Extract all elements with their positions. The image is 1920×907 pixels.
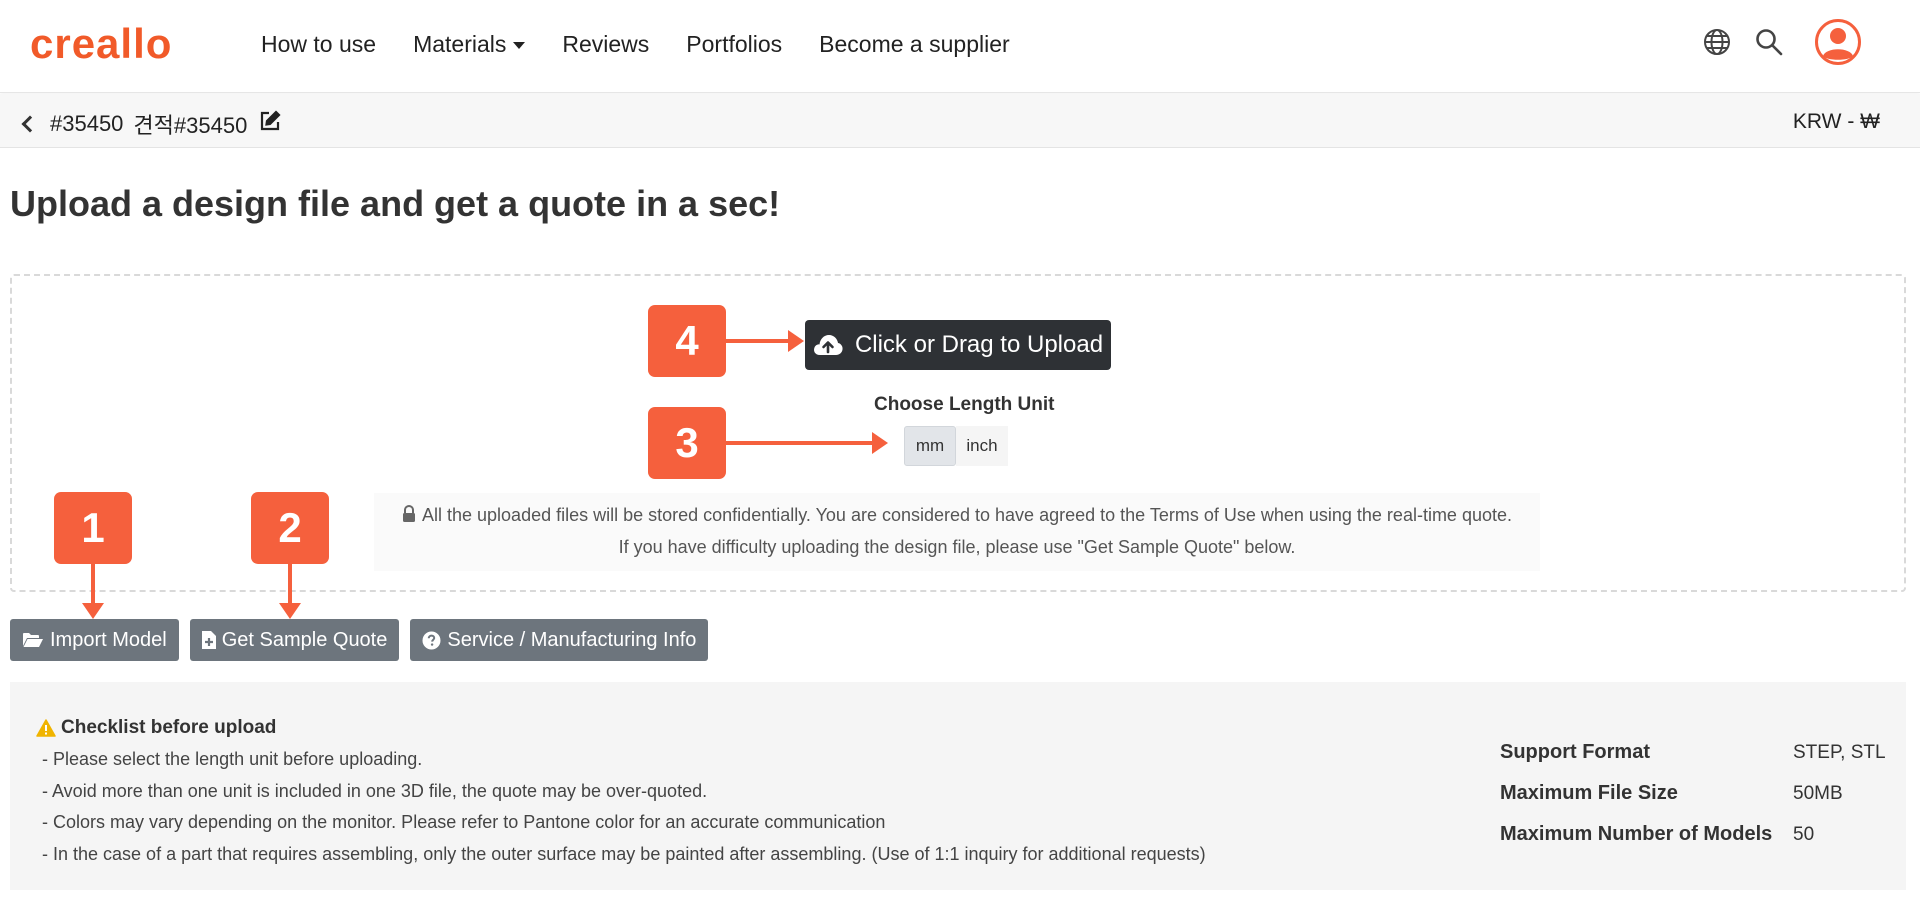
checklist-title: Checklist before upload: [36, 717, 276, 739]
top-navbar: creallo How to use Materials Reviews Por…: [0, 0, 1920, 93]
caret-down-icon: [513, 42, 526, 49]
checklist-panel: Checklist before upload - Please select …: [10, 682, 1906, 890]
list-item: - Avoid more than one unit is included i…: [42, 780, 708, 801]
warning-icon: [36, 719, 56, 737]
question-circle-icon: [422, 631, 441, 649]
unit-inch-option[interactable]: inch: [956, 426, 1008, 466]
callout-2: 2: [251, 492, 329, 564]
spec-value: STEP, STL: [1793, 741, 1886, 763]
nav-become-supplier[interactable]: Become a supplier: [819, 31, 1010, 58]
confidentiality-notice: All the uploaded files will be stored co…: [374, 493, 1540, 571]
spec-key: Support Format: [1500, 741, 1650, 763]
upload-button[interactable]: Click or Drag to Upload: [805, 320, 1111, 370]
search-icon[interactable]: [1754, 27, 1784, 57]
get-sample-quote-button[interactable]: Get Sample Quote: [189, 619, 400, 661]
spec-value: 50MB: [1793, 782, 1843, 804]
edit-icon[interactable]: [259, 110, 281, 138]
length-unit-toggle: mm inch: [904, 426, 1008, 466]
breadcrumb-bar: #35450 견적#35450 KRW - ₩: [0, 94, 1920, 148]
nav-how-to-use[interactable]: How to use: [261, 31, 376, 58]
lock-icon: [403, 505, 415, 522]
callout-2-arrow: [279, 564, 301, 619]
service-info-label: Service / Manufacturing Info: [447, 628, 697, 651]
notice-line-1: All the uploaded files will be stored co…: [374, 499, 1540, 531]
notice-line-2: If you have difficulty uploading the des…: [618, 537, 1296, 557]
breadcrumb: #35450 견적#35450: [20, 108, 281, 140]
back-chevron-icon[interactable]: [21, 115, 39, 133]
spec-row: Maximum Number of Models 50: [1500, 814, 1886, 855]
upload-button-label: Click or Drag to Upload: [854, 331, 1104, 358]
folder-open-icon: [23, 633, 43, 647]
import-model-button[interactable]: Import Model: [10, 619, 179, 661]
list-item: - Please select the length unit before u…: [42, 749, 423, 769]
quote-id: #35450: [50, 111, 124, 136]
checklist-title-text: Checklist before upload: [61, 717, 277, 738]
list-item: - In the case of a part that requires as…: [42, 843, 1206, 864]
checklist-items: - Please select the length unit before u…: [42, 744, 1206, 870]
spec-key: Maximum File Size: [1500, 782, 1678, 804]
spec-row: Support Format STEP, STL: [1500, 732, 1886, 773]
list-item: - Colors may vary depending on the monit…: [42, 812, 886, 832]
import-model-label: Import Model: [50, 628, 167, 651]
main-nav: How to use Materials Reviews Portfolios …: [261, 31, 1047, 58]
unit-mm-option[interactable]: mm: [904, 426, 956, 466]
service-info-button[interactable]: Service / Manufacturing Info: [410, 619, 709, 661]
callout-4: 4: [648, 305, 726, 377]
nav-portfolios[interactable]: Portfolios: [686, 31, 782, 58]
callout-3: 3: [648, 407, 726, 479]
svg-text:creallo: creallo: [30, 22, 172, 66]
spec-key: Maximum Number of Models: [1500, 823, 1773, 845]
notice-line-1-text: All the uploaded files will be stored co…: [422, 505, 1512, 525]
upload-spec-table: Support Format STEP, STL Maximum File Si…: [1500, 732, 1886, 855]
nav-materials-label: Materials: [413, 31, 507, 57]
globe-icon[interactable]: [1702, 27, 1732, 57]
nav-reviews[interactable]: Reviews: [562, 31, 649, 58]
file-add-icon: [201, 631, 216, 649]
get-sample-quote-label: Get Sample Quote: [221, 628, 388, 651]
currency-selector[interactable]: KRW - ₩: [1793, 110, 1880, 134]
spec-row: Maximum File Size 50MB: [1500, 773, 1886, 814]
callout-4-arrow: [726, 330, 804, 352]
callout-3-arrow: [726, 432, 888, 454]
nav-icons: [1702, 18, 1862, 66]
length-unit-title: Choose Length Unit: [874, 394, 1055, 415]
user-avatar-icon[interactable]: [1814, 18, 1862, 66]
spec-value: 50: [1793, 823, 1815, 845]
callout-1: 1: [54, 492, 132, 564]
action-buttons: Import Model Get Sample Quote Service / …: [10, 619, 719, 661]
page-title: Upload a design file and get a quote in …: [10, 183, 781, 224]
nav-materials[interactable]: Materials: [413, 31, 526, 58]
creallo-logo[interactable]: creallo: [30, 20, 210, 67]
cloud-upload-icon: [813, 335, 843, 355]
callout-1-arrow: [82, 564, 104, 619]
quote-title: 견적#35450: [133, 113, 248, 138]
